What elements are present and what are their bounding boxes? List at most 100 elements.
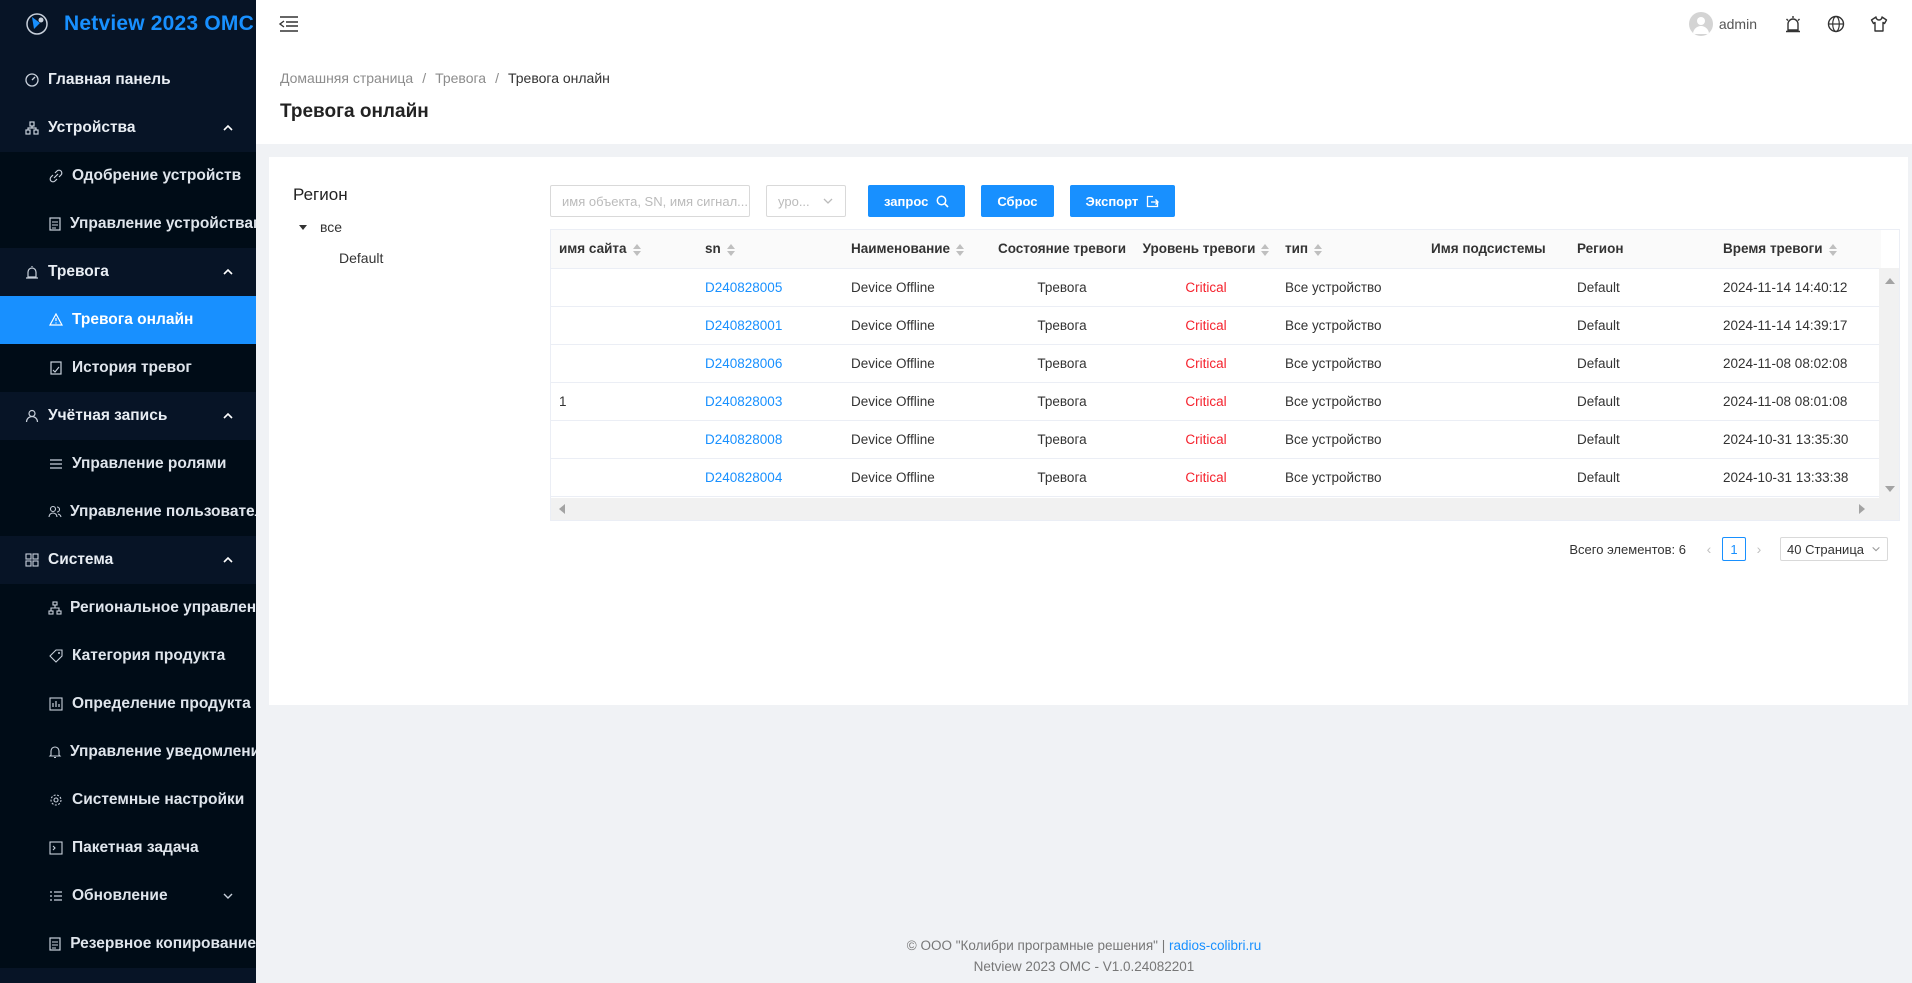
export-button[interactable]: Экспорт — [1069, 185, 1176, 217]
globe-icon[interactable] — [1826, 14, 1846, 34]
menu-main-panel[interactable]: Главная панель — [0, 56, 256, 104]
footer-link[interactable]: radios-colibri.ru — [1169, 938, 1261, 953]
cell-sn-link[interactable]: D240828006 — [697, 344, 843, 383]
table-row[interactable]: 1 D240828003 Device Offline Тревога Crit… — [551, 382, 1881, 421]
cell-subsystem — [1423, 268, 1569, 307]
breadcrumb-separator: / — [495, 70, 499, 86]
menu-notification-management[interactable]: Управление уведомлениями — [0, 728, 256, 776]
footer-copyright: © ООО "Колибри програмные решения" | — [906, 938, 1169, 953]
export-icon — [1147, 195, 1160, 207]
cell-site — [551, 458, 697, 497]
reset-button[interactable]: Сброс — [981, 185, 1054, 217]
search-icon — [936, 195, 949, 208]
history-icon — [48, 360, 64, 376]
cell-name: Device Offline — [843, 382, 989, 421]
search-input[interactable]: имя объекта, SN, имя сигнал... — [550, 185, 750, 217]
menu-alarm[interactable]: Тревога — [0, 248, 256, 296]
column-header-name[interactable]: Наименование — [843, 230, 989, 269]
logo[interactable]: Netview 2023 OMC — [0, 0, 256, 48]
menu-account[interactable]: Учётная запись — [0, 392, 256, 440]
sort-icon[interactable] — [956, 243, 965, 256]
menu-device-management[interactable]: Управление устройствами — [0, 200, 256, 248]
table-row[interactable]: D240828001 Device Offline Тревога Critic… — [551, 306, 1881, 345]
page-size-select[interactable]: 40 Страница — [1780, 537, 1888, 561]
scroll-up-icon[interactable] — [1885, 278, 1895, 284]
menu-product-definition[interactable]: Определение продукта — [0, 680, 256, 728]
footer-version: Netview 2023 OMC - V1.0.24082201 — [973, 959, 1195, 974]
sort-icon[interactable] — [1261, 243, 1270, 256]
cell-type: Все устройство — [1277, 306, 1423, 345]
menu-label: Региональное управление — [70, 599, 256, 616]
table-row[interactable]: D240828008 Device Offline Тревога Critic… — [551, 420, 1881, 459]
menu-devices[interactable]: Устройства — [0, 104, 256, 152]
sort-icon[interactable] — [726, 243, 735, 256]
menu-fold-icon[interactable] — [278, 14, 300, 34]
siren-icon[interactable] — [1783, 14, 1803, 34]
menu-role-management[interactable]: Управление ролями — [0, 440, 256, 488]
scroll-right-icon[interactable] — [1859, 504, 1865, 514]
menu-system-settings[interactable]: Системные настройки — [0, 776, 256, 824]
menu-label: Управление уведомлениями — [70, 743, 256, 760]
next-page-icon[interactable]: › — [1750, 541, 1768, 557]
query-label: запрос — [884, 193, 929, 209]
menu-label: Одобрение устройств — [72, 167, 242, 184]
cell-region: Default — [1569, 268, 1715, 307]
tree-node-all[interactable]: все — [299, 219, 342, 235]
table-row[interactable]: D240828005 Device Offline Тревога Critic… — [551, 268, 1881, 307]
column-header-time[interactable]: Время тревоги — [1715, 230, 1881, 269]
scroll-left-icon[interactable] — [559, 504, 565, 514]
page-number[interactable]: 1 — [1722, 537, 1746, 561]
user-icon — [24, 408, 40, 424]
menu-label: Устройства — [48, 119, 136, 136]
menu-alarm-history[interactable]: История тревог — [0, 344, 256, 392]
column-header-level[interactable]: Уровень тревоги — [1135, 230, 1277, 269]
cell-site: 1 — [551, 382, 697, 421]
bell-icon — [48, 744, 62, 760]
menu-system[interactable]: Система — [0, 536, 256, 584]
sort-icon[interactable] — [1828, 243, 1837, 256]
tree-node-default[interactable]: Default — [339, 250, 383, 266]
cell-state: Тревога — [989, 458, 1135, 497]
cell-name: Device Offline — [843, 306, 989, 345]
sidebar: Netview 2023 OMC Главная панель Устройст… — [0, 0, 256, 983]
breadcrumb-home[interactable]: Домашняя страница — [280, 70, 413, 86]
column-header-site[interactable]: имя сайта — [551, 230, 697, 269]
menu-user-management[interactable]: Управление пользователями — [0, 488, 256, 536]
cell-sn-link[interactable]: D240828004 — [697, 458, 843, 497]
cell-sn-link[interactable]: D240828008 — [697, 420, 843, 459]
menu-alarm-online[interactable]: Тревога онлайн — [0, 296, 256, 344]
column-header-region: Регион — [1569, 230, 1715, 269]
menu-label: История тревог — [72, 359, 192, 376]
menu-backup[interactable]: Резервное копирование — [0, 920, 256, 968]
menu-batch-task[interactable]: Пакетная задача — [0, 824, 256, 872]
theme-shirt-icon[interactable] — [1869, 14, 1889, 34]
tree-node-label: все — [320, 219, 343, 235]
cell-level: Critical — [1135, 420, 1277, 459]
column-header-type[interactable]: тип — [1277, 230, 1423, 269]
table-row[interactable]: D240828006 Device Offline Тревога Critic… — [551, 344, 1881, 383]
prev-page-icon[interactable]: ‹ — [1700, 541, 1718, 557]
terminal-icon — [48, 840, 64, 856]
sort-icon[interactable] — [632, 243, 641, 256]
cell-time: 2024-11-14 14:39:17 — [1715, 306, 1881, 345]
user-menu[interactable]: admin — [1688, 12, 1757, 36]
menu-device-approval[interactable]: Одобрение устройств — [0, 152, 256, 200]
sort-icon[interactable] — [1314, 243, 1323, 256]
cell-sn-link[interactable]: D240828001 — [697, 306, 843, 345]
cell-sn-link[interactable]: D240828003 — [697, 382, 843, 421]
query-button[interactable]: запрос — [868, 185, 966, 217]
menu-update[interactable]: Обновление — [0, 872, 256, 920]
cell-sn-link[interactable]: D240828005 — [697, 268, 843, 307]
breadcrumb-alarm[interactable]: Тревога — [435, 70, 486, 86]
level-select[interactable]: уро... — [766, 185, 846, 217]
caret-down-icon[interactable] — [299, 224, 307, 230]
footer: © ООО "Колибри програмные решения" | rad… — [256, 935, 1912, 977]
menu-product-category[interactable]: Категория продукта — [0, 632, 256, 680]
breadcrumb: Домашняя страница / Тревога / Тревога он… — [280, 70, 1888, 86]
column-header-sn[interactable]: sn — [697, 230, 843, 269]
table-row[interactable]: D240828004 Device Offline Тревога Critic… — [551, 458, 1881, 497]
menu-regional-management[interactable]: Региональное управление — [0, 584, 256, 632]
horizontal-scrollbar[interactable] — [551, 498, 1899, 520]
vertical-scrollbar[interactable] — [1879, 268, 1899, 500]
scroll-down-icon[interactable] — [1885, 486, 1895, 492]
